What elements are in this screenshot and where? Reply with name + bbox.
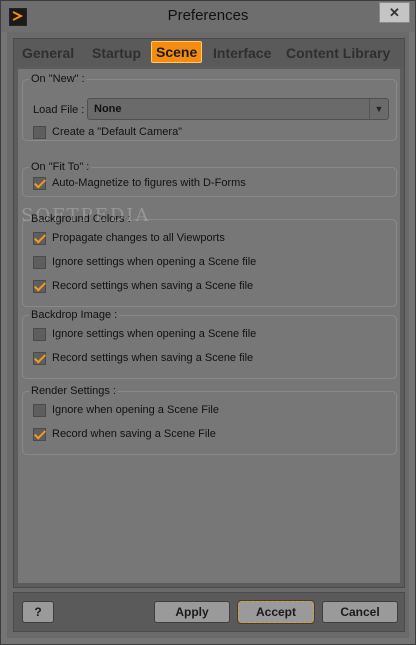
group-on-new: On "New" : Load File : None ▼ Create a "… [22, 73, 397, 141]
group-title: Render Settings : [29, 385, 118, 397]
scene-settings-panel: On "New" : Load File : None ▼ Create a "… [18, 69, 400, 583]
preferences-window: Preferences ✕ General Startup Scene Inte… [0, 0, 416, 645]
option-label: Create a "Default Camera" [52, 126, 183, 138]
close-button[interactable]: ✕ [379, 2, 410, 23]
render-ignore-open-option[interactable]: Ignore when opening a Scene File [33, 402, 219, 418]
load-file-dropdown[interactable]: None ▼ [87, 98, 389, 120]
bg-record-save-option[interactable]: Record settings when saving a Scene file [33, 278, 253, 294]
tab-container: General Startup Scene Interface Content … [13, 38, 405, 588]
backdrop-ignore-open-option[interactable]: Ignore settings when opening a Scene fil… [33, 326, 256, 342]
backdrop-record-save-option[interactable]: Record settings when saving a Scene file [33, 350, 253, 366]
option-label: Propagate changes to all Viewports [52, 232, 225, 244]
tab-strip: General Startup Scene Interface Content … [14, 39, 404, 67]
accept-button[interactable]: Accept [237, 600, 315, 624]
default-camera-checkbox[interactable] [33, 125, 46, 139]
tab-interface[interactable]: Interface [213, 42, 271, 64]
group-on-fit-to: On "Fit To" : Auto-Magnetize to figures … [22, 161, 397, 197]
tab-content-library[interactable]: Content Library [286, 42, 390, 64]
propagate-option[interactable]: Propagate changes to all Viewports [33, 230, 225, 246]
option-label: Record when saving a Scene File [52, 428, 216, 440]
apply-button[interactable]: Apply [154, 601, 230, 623]
render-record-save-checkbox[interactable] [33, 427, 46, 441]
auto-magnetize-checkbox[interactable] [33, 176, 46, 190]
option-label: Ignore settings when opening a Scene fil… [52, 256, 257, 268]
backdrop-ignore-open-checkbox[interactable] [33, 327, 46, 341]
option-label: Ignore when opening a Scene File [52, 404, 219, 416]
bg-ignore-open-checkbox[interactable] [33, 255, 46, 269]
option-label: Ignore settings when opening a Scene fil… [52, 328, 257, 340]
title-bar[interactable]: Preferences ✕ [1, 1, 415, 32]
load-file-value: None [94, 103, 122, 115]
group-background-colors: Background Colors : Propagate changes to… [22, 213, 397, 307]
chevron-down-icon: ▼ [369, 99, 388, 119]
tab-scene[interactable]: Scene [151, 41, 203, 63]
group-title: Backdrop Image : [29, 309, 120, 321]
render-record-save-option[interactable]: Record when saving a Scene File [33, 426, 216, 442]
option-label: Record settings when saving a Scene file [52, 280, 254, 292]
backdrop-record-save-checkbox[interactable] [33, 351, 46, 365]
group-title: Background Colors : [29, 213, 133, 225]
bg-record-save-checkbox[interactable] [33, 279, 46, 293]
group-title: On "Fit To" : [29, 161, 92, 173]
load-file-label: Load File : [33, 104, 85, 116]
auto-magnetize-option[interactable]: Auto-Magnetize to figures with D-Forms [33, 175, 246, 191]
propagate-checkbox[interactable] [33, 231, 46, 245]
tab-general[interactable]: General [22, 42, 74, 64]
group-render-settings: Render Settings : Ignore when opening a … [22, 385, 397, 455]
cancel-button[interactable]: Cancel [322, 601, 398, 623]
option-label: Auto-Magnetize to figures with D-Forms [52, 177, 246, 189]
tab-startup[interactable]: Startup [92, 42, 141, 64]
render-ignore-open-checkbox[interactable] [33, 403, 46, 417]
dialog-body: General Startup Scene Interface Content … [7, 32, 409, 638]
default-camera-option[interactable]: Create a "Default Camera" [33, 124, 182, 140]
help-button[interactable]: ? [22, 601, 54, 623]
dialog-footer: ? Apply Accept Cancel [13, 592, 405, 632]
group-title: On "New" : [29, 73, 87, 85]
bg-ignore-open-option[interactable]: Ignore settings when opening a Scene fil… [33, 254, 256, 270]
help-icon: ? [34, 605, 42, 619]
window-title: Preferences [167, 7, 249, 24]
group-backdrop-image: Backdrop Image : Ignore settings when op… [22, 309, 397, 379]
option-label: Record settings when saving a Scene file [52, 352, 254, 364]
close-icon: ✕ [389, 4, 400, 20]
